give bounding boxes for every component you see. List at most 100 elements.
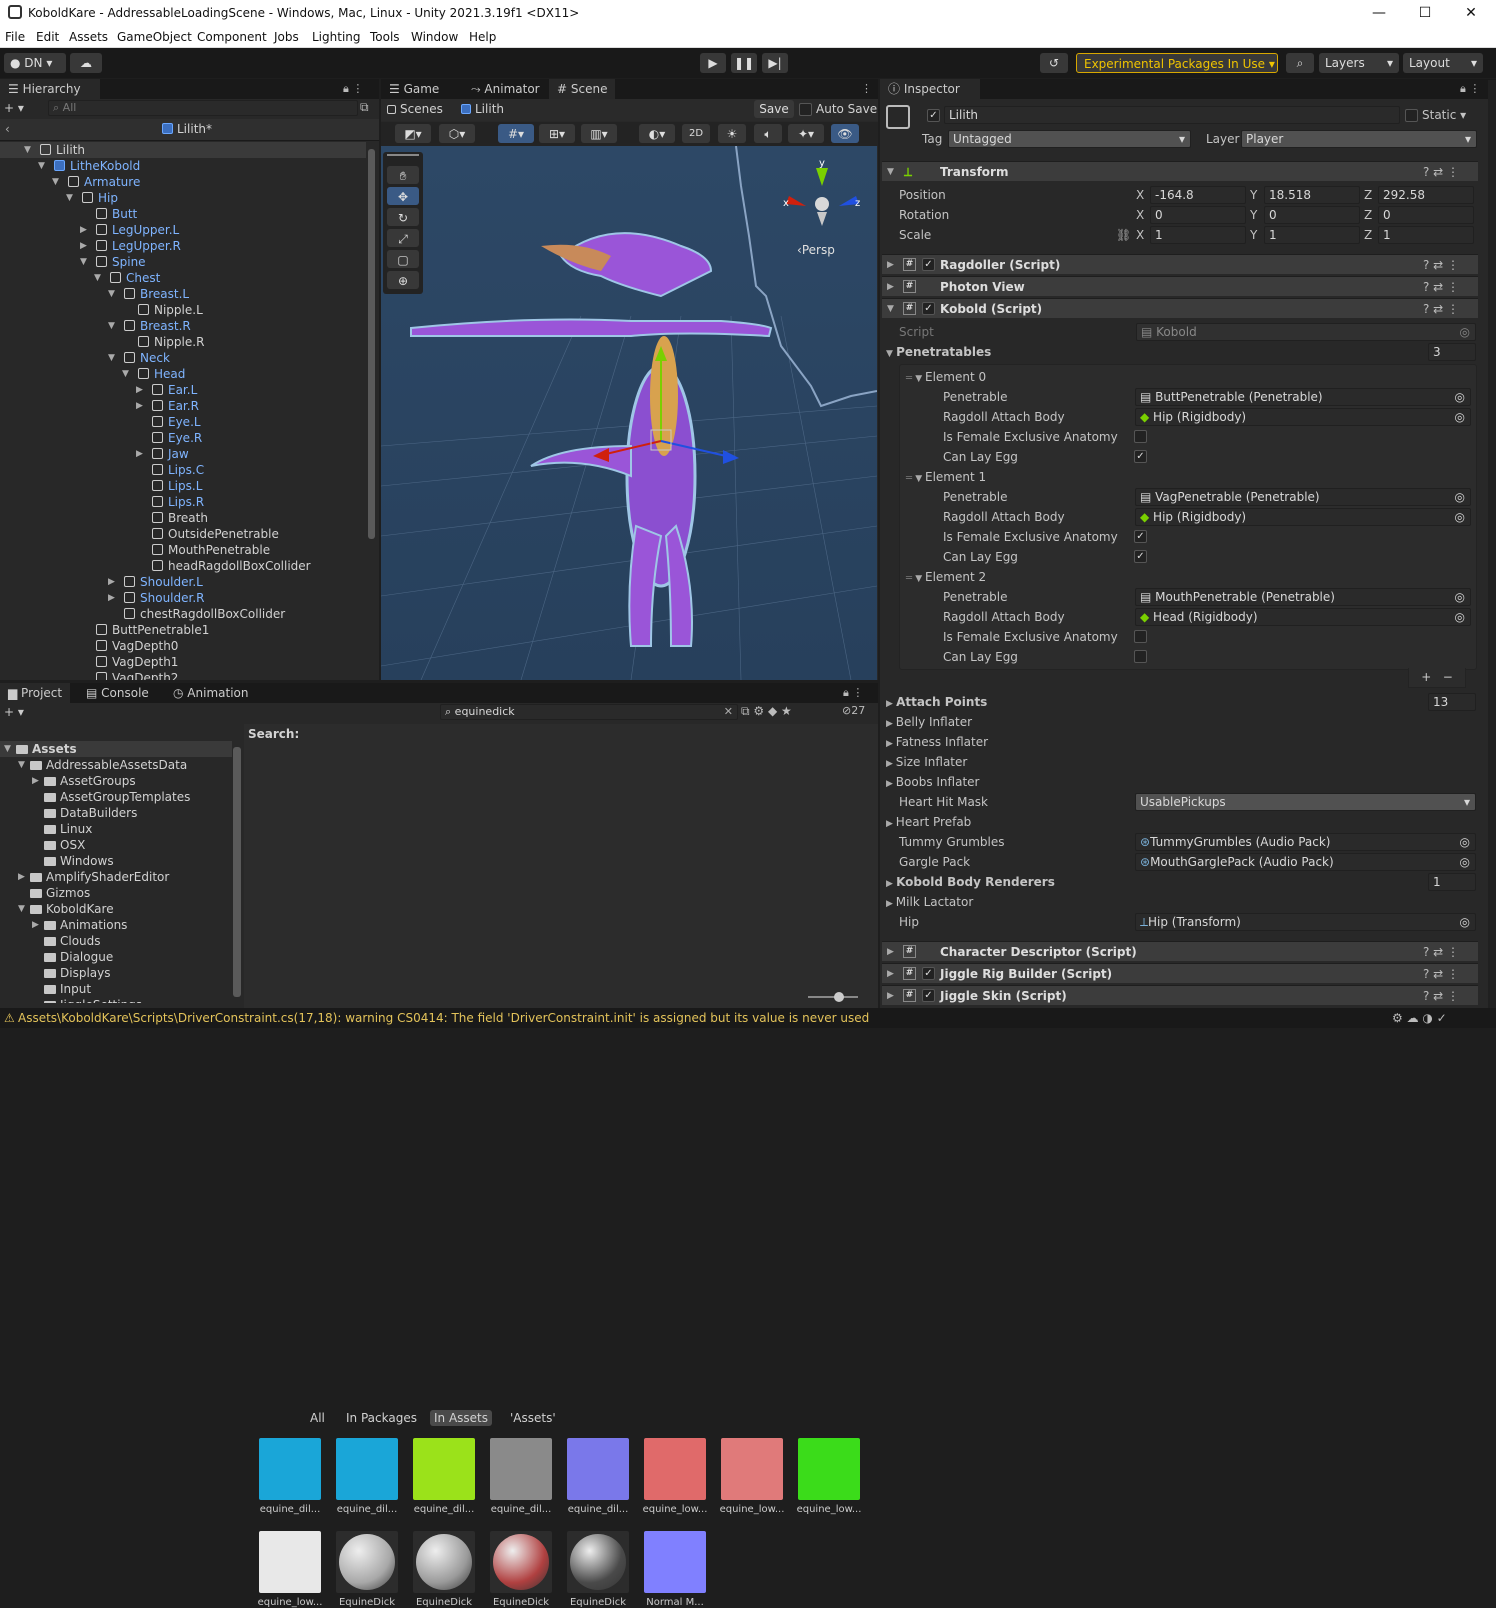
menu-component[interactable]: Component <box>197 30 267 44</box>
component-enabled-checkbox[interactable]: ✓ <box>922 302 935 315</box>
transform-x-field[interactable]: 0 <box>1150 206 1246 224</box>
component-actions-icon[interactable]: ? ⇄ ⋮ <box>1423 942 1459 962</box>
hierarchy-item[interactable]: Nipple.L <box>0 302 366 318</box>
foldout-arrow-icon[interactable]: ▼ <box>66 190 76 206</box>
project-folder-item[interactable]: Linux <box>0 821 232 837</box>
search-icon[interactable]: ⌕ <box>1286 53 1314 73</box>
component-header[interactable]: ▼ # ✓ Kobold (Script) ? ⇄ ⋮ <box>882 298 1478 318</box>
folder-foldout-icon[interactable]: ▶ <box>32 773 42 789</box>
asset-thumbnail[interactable] <box>490 1531 552 1593</box>
tab-scene[interactable]: # Scene <box>549 79 616 99</box>
foldout-arrow-icon[interactable]: ▼ <box>52 174 62 190</box>
foldout-arrow-icon[interactable]: ▼ <box>38 158 48 174</box>
foldout-arrow-icon[interactable]: ▼ <box>24 142 34 158</box>
asset-thumbnail[interactable] <box>259 1531 321 1593</box>
rect-tool-icon[interactable]: ▢ <box>387 250 419 268</box>
hierarchy-item[interactable]: Eye.L <box>0 414 366 430</box>
save-button[interactable]: Save <box>754 100 794 118</box>
2d-toggle[interactable]: 2D <box>682 124 710 143</box>
visibility-toggle[interactable]: 👁︎ <box>831 124 859 143</box>
hierarchy-item[interactable]: ▶ LegUpper.R <box>0 238 366 254</box>
effects-dropdown[interactable]: ✦▾ <box>788 124 824 143</box>
folder-foldout-icon[interactable]: ▶ <box>32 917 42 933</box>
transform-y-field[interactable]: 0 <box>1264 206 1360 224</box>
project-folder-item[interactable]: Displays <box>0 965 232 981</box>
project-folder-item[interactable]: ▶ AmplifyShaderEditor <box>0 869 232 885</box>
folder-foldout-icon[interactable]: ▼ <box>4 741 14 757</box>
close-button[interactable]: ✕ <box>1448 2 1494 24</box>
foldout-arrow-icon[interactable]: ▶ <box>136 398 146 414</box>
element-foldout[interactable]: ═ ▼ Element 1 <box>906 468 986 486</box>
heart-hit-mask-dropdown[interactable]: UsablePickups ▾ <box>1135 793 1476 811</box>
hierarchy-item[interactable]: ButtPenetrable1 <box>0 622 366 638</box>
constrain-proportions-icon[interactable]: ⛓ <box>1116 228 1131 242</box>
foldout-arrow-icon[interactable]: ▼ <box>108 350 118 366</box>
penetratables-count-field[interactable]: 3 <box>1428 343 1476 361</box>
transform-y-field[interactable]: 1 <box>1264 226 1360 244</box>
project-folder-item[interactable]: AssetGroupTemplates <box>0 789 232 805</box>
foldout-arrow-icon[interactable]: ▼ <box>108 318 118 334</box>
component-header[interactable]: ▶ # ✓ Jiggle Rig Builder (Script) ? ⇄ ⋮ <box>882 963 1478 983</box>
foldout-arrow-icon[interactable]: ▶ <box>108 590 118 606</box>
project-folder-item[interactable]: JiggleSettings <box>0 997 232 1003</box>
project-search-input[interactable]: ⌕ equinedick ✕ <box>440 704 738 720</box>
project-folder-item[interactable]: Clouds <box>0 933 232 949</box>
layers-dropdown[interactable]: Layers ▾ <box>1319 53 1399 73</box>
status-icons[interactable]: ⚙ ☁ ◑ ✓ <box>1392 1008 1447 1028</box>
hierarchy-options-icon[interactable]: ⧉ <box>360 100 369 115</box>
can-lay-egg-checkbox[interactable]: ✓ <box>1134 450 1147 463</box>
hierarchy-item[interactable]: Eye.R <box>0 430 366 446</box>
drag-handle-icon[interactable]: ═ <box>906 373 915 384</box>
zoom-slider-handle[interactable] <box>834 992 844 1002</box>
breadcrumb-scenes[interactable]: Scenes <box>387 102 443 116</box>
hierarchy-item[interactable]: VagDepth0 <box>0 638 366 654</box>
inspector-scrollbar[interactable] <box>1488 80 1496 1008</box>
history-icon[interactable]: ↺ <box>1040 53 1068 73</box>
component-enabled-checkbox[interactable]: ✓ <box>922 989 935 1002</box>
hierarchy-item[interactable]: ▼ Armature <box>0 174 366 190</box>
search-filter-3[interactable]: 'Assets' <box>506 1410 560 1426</box>
hierarchy-item[interactable]: ▼ Breast.L <box>0 286 366 302</box>
tab-project[interactable]: ▆ Project <box>0 683 71 703</box>
drag-handle-icon[interactable]: ═ <box>906 473 915 484</box>
object-picker-icon[interactable]: ◎ <box>1460 854 1470 870</box>
tab-animator[interactable]: ⤳ Animator <box>463 79 548 99</box>
layout-dropdown[interactable]: Layout ▾ <box>1403 53 1483 73</box>
asset-thumbnail[interactable] <box>798 1438 860 1500</box>
hierarchy-scrollbar[interactable] <box>368 149 375 539</box>
menu-lighting[interactable]: Lighting <box>312 30 361 44</box>
inflater-foldout-0[interactable]: ▶ Belly Inflater <box>886 713 972 731</box>
tab-inspector[interactable]: ⓘ Inspector <box>880 79 980 99</box>
project-folder-item[interactable]: OSX <box>0 837 232 853</box>
hierarchy-search-input[interactable]: ⌕ All <box>48 100 358 116</box>
foldout-arrow-icon[interactable]: ▶ <box>887 986 894 1006</box>
tab-console[interactable]: ▤ Console <box>78 683 157 703</box>
hierarchy-item[interactable]: MouthPenetrable <box>0 542 366 558</box>
heart-prefab-foldout[interactable]: ▶ Heart Prefab <box>886 813 971 831</box>
project-toolbar-icons[interactable]: ⧉ ⚙ ◆ ★ <box>741 704 792 719</box>
foldout-arrow-icon[interactable]: ▶ <box>80 238 90 254</box>
project-folder-item[interactable]: ▶ AssetGroups <box>0 773 232 789</box>
ruler-button[interactable]: ▥▾ <box>581 124 617 143</box>
inflater-foldout-3[interactable]: ▶ Boobs Inflater <box>886 773 979 791</box>
penetrable-field[interactable]: ▤ ButtPenetrable (Penetrable) ◎ <box>1135 388 1471 406</box>
grid-snap-button[interactable]: #▾ <box>498 124 534 143</box>
layer-dropdown[interactable]: Player ▾ <box>1241 130 1477 148</box>
add-element-button[interactable]: + <box>1421 670 1431 684</box>
menu-window[interactable]: Window <box>411 30 458 44</box>
menu-edit[interactable]: Edit <box>36 30 59 44</box>
hierarchy-item[interactable]: Lips.C <box>0 462 366 478</box>
component-actions-icon[interactable]: ? ⇄ ⋮ <box>1423 986 1459 1006</box>
asset-thumbnail[interactable] <box>413 1438 475 1500</box>
hierarchy-item[interactable]: ▼ Lilith <box>0 142 366 158</box>
attach-points-count-field[interactable]: 13 <box>1428 693 1476 711</box>
hierarchy-item[interactable]: chestRagdollBoxCollider <box>0 606 366 622</box>
autosave-checkbox[interactable] <box>799 103 812 116</box>
hierarchy-item[interactable]: ▶ LegUpper.L <box>0 222 366 238</box>
asset-thumbnail[interactable] <box>490 1438 552 1500</box>
hierarchy-item[interactable]: VagDepth2 <box>0 670 366 680</box>
gameobject-name-field[interactable]: Lilith <box>944 106 1400 124</box>
renderers-count-field[interactable]: 1 <box>1428 873 1476 891</box>
is-female-exclusive-anatomy-checkbox[interactable] <box>1134 430 1147 443</box>
menu-jobs[interactable]: Jobs <box>274 30 299 44</box>
